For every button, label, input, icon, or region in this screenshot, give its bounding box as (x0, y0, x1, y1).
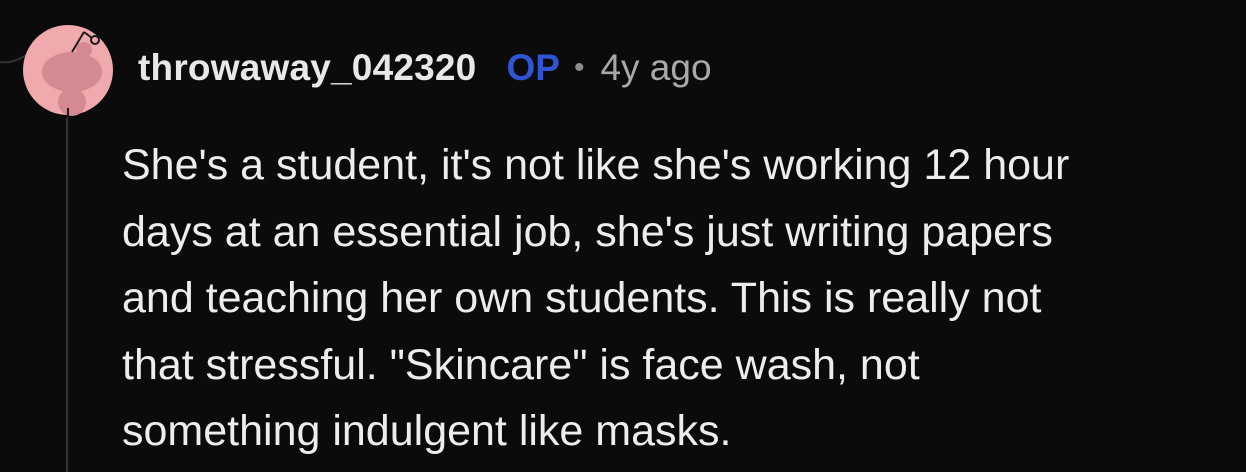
comment-timestamp[interactable]: 4y ago (600, 47, 711, 89)
thread-line[interactable] (66, 118, 68, 472)
comment-body: She's a student, it's not like she's wor… (122, 132, 1222, 465)
author-username[interactable]: throwaway_042320 (138, 47, 476, 89)
comment-header: throwaway_042320 OP • 4y ago (138, 40, 712, 96)
separator-dot: • (573, 51, 585, 84)
comment: throwaway_042320 OP • 4y ago She's a stu… (0, 0, 1246, 472)
comment-body-line: and teaching her own students. This is r… (122, 274, 1042, 322)
comment-body-line: She's a student, it's not like she's wor… (122, 141, 1070, 189)
comment-body-line: something indulgent like masks. (122, 407, 732, 455)
op-badge: OP (506, 47, 560, 88)
snoo-avatar-icon[interactable] (22, 10, 114, 118)
comment-body-line: that stressful. "Skincare" is face wash,… (122, 340, 920, 389)
comment-body-line: days at an essential job, she's just wri… (122, 207, 1053, 256)
